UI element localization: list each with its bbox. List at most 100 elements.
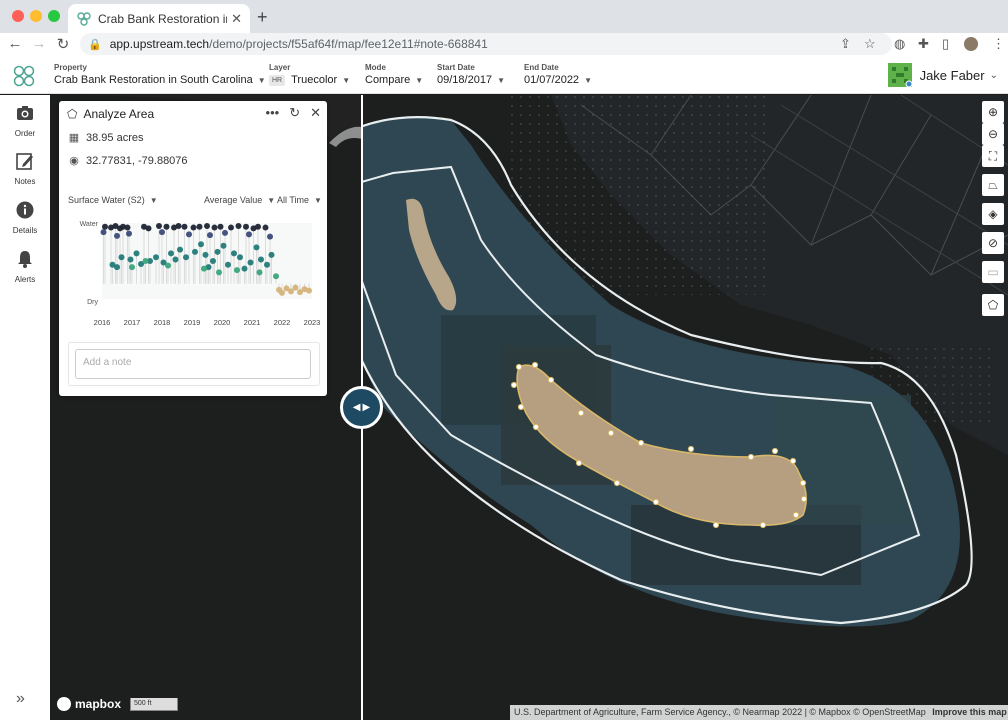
new-tab-button[interactable]: + xyxy=(257,7,268,28)
metric-dropdown[interactable]: Surface Water (S2) ▼ xyxy=(68,195,158,205)
data-point xyxy=(181,223,188,230)
upstream-logo-icon[interactable] xyxy=(12,65,36,87)
close-window-button[interactable] xyxy=(12,10,24,22)
aggregation-value: Average Value xyxy=(204,195,263,205)
surface-water-chart[interactable]: Water Dry 2016 2017 2018 2019 2020 2021 2022 2023 xyxy=(68,215,320,327)
data-point xyxy=(255,223,261,230)
share-icon[interactable]: ⇪ xyxy=(840,36,851,52)
area-value: 38.95 acres xyxy=(86,131,144,144)
expand-rail-icon[interactable]: » xyxy=(16,690,25,708)
more-options-icon[interactable]: ••• xyxy=(266,105,280,121)
chevron-down-icon: ▼ xyxy=(415,75,424,85)
data-point xyxy=(214,248,221,255)
property-selector[interactable]: Property Crab Bank Restoration in South … xyxy=(54,63,266,86)
back-icon[interactable]: ← xyxy=(2,35,28,52)
mode-selector[interactable]: Mode Compare ▼ xyxy=(365,63,423,86)
zoom-out-button[interactable]: ⊖ xyxy=(982,123,1004,145)
zoom-in-button[interactable]: ⊕ xyxy=(982,101,1004,123)
chevron-down-icon: ▼ xyxy=(497,75,505,85)
data-point xyxy=(253,244,260,251)
puzzle-icon[interactable]: ✚ xyxy=(918,36,929,52)
data-point xyxy=(168,250,174,257)
y-axis-bottom-label: Dry xyxy=(87,299,98,306)
minimize-window-button[interactable] xyxy=(30,10,42,22)
extension-icon[interactable]: ◍ xyxy=(894,36,905,52)
maximize-window-button[interactable] xyxy=(48,10,60,22)
user-menu[interactable]: Jake Faber ⌄ xyxy=(887,63,998,87)
menu-kebab-icon[interactable]: ⋮ xyxy=(992,36,1005,52)
x-tick-label: 2018 xyxy=(154,318,171,327)
property-label: Property xyxy=(54,63,87,72)
scale-bar: 500 ft xyxy=(130,698,178,711)
metric-value: Surface Water (S2) xyxy=(68,195,145,205)
layer-selector[interactable]: Layer HR Truecolor ▼ xyxy=(269,63,350,86)
layers-button[interactable]: ◈ xyxy=(982,203,1004,225)
data-point xyxy=(243,223,249,230)
x-tick-label: 2023 xyxy=(304,318,320,327)
end-date-label: End Date xyxy=(524,63,559,72)
address-bar[interactable]: 🔒 app.upstream.tech/demo/projects/f55af6… xyxy=(80,33,892,55)
analyze-area-panel: ⬠ Analyze Area ••• ↻ ✕ ▦ 38.95 acres ◉ 3… xyxy=(59,101,327,396)
rail-item-details[interactable]: Details xyxy=(0,200,50,235)
reload-icon[interactable]: ↻ xyxy=(50,35,76,53)
data-point xyxy=(198,241,204,248)
compare-swipe-handle[interactable]: ◀ ▶ xyxy=(340,386,383,429)
time-range-value: All Time xyxy=(277,195,310,205)
x-tick-label: 2019 xyxy=(184,318,201,327)
data-point xyxy=(306,287,312,294)
close-icon[interactable]: ✕ xyxy=(310,105,321,121)
time-range-dropdown[interactable]: All Time ▼ xyxy=(277,195,322,205)
end-date-selector[interactable]: End Date 01/07/2022 ▼ xyxy=(524,63,592,86)
data-point xyxy=(258,256,264,263)
improve-map-link[interactable]: Improve this map xyxy=(932,707,1007,717)
mode-label: Mode xyxy=(365,63,386,72)
refresh-icon[interactable]: ↻ xyxy=(289,105,300,121)
chevron-down-icon: ▼ xyxy=(267,195,276,205)
chevron-down-icon: ⌄ xyxy=(989,69,998,81)
tab-strip: Crab Bank Restoration in South ✕ + xyxy=(0,0,1008,33)
start-date-selector[interactable]: Start Date 09/18/2017 ▼ xyxy=(437,63,505,86)
data-point xyxy=(175,223,182,230)
rail-item-alerts[interactable]: Alerts xyxy=(0,249,50,284)
profile-icon[interactable] xyxy=(964,37,978,51)
close-tab-icon[interactable]: ✕ xyxy=(231,11,242,27)
data-point xyxy=(211,224,218,231)
avatar xyxy=(887,63,912,87)
chevron-down-icon: ▼ xyxy=(314,195,322,205)
left-rail: Order Notes Details Alerts » xyxy=(0,95,50,720)
measure-ruler-button[interactable]: ▭ xyxy=(982,261,1004,283)
browser-tab[interactable]: Crab Bank Restoration in South ✕ xyxy=(68,4,250,33)
location-target-icon: ◉ xyxy=(69,155,79,167)
hide-overlay-button[interactable]: ⊘ xyxy=(982,232,1004,254)
data-point xyxy=(264,261,270,268)
data-point xyxy=(133,250,140,257)
mode-value: Compare xyxy=(365,74,411,86)
edit-icon xyxy=(16,153,33,170)
lock-icon: 🔒 xyxy=(88,38,102,51)
data-point xyxy=(183,254,189,261)
data-point xyxy=(279,289,285,296)
forward-icon[interactable]: → xyxy=(26,35,52,52)
bookmark-star-icon[interactable]: ☆ xyxy=(864,36,876,52)
arrow-left-icon: ◀ xyxy=(352,402,361,413)
data-point xyxy=(201,265,207,272)
mapbox-logo[interactable]: mapbox xyxy=(57,697,121,711)
rail-item-notes[interactable]: Notes xyxy=(0,151,50,186)
aggregation-dropdown[interactable]: Average Value ▼ xyxy=(204,195,275,205)
sidebar-icon[interactable]: ▯ xyxy=(942,36,949,52)
data-point xyxy=(153,254,159,261)
data-point xyxy=(202,251,209,258)
draw-shape-button[interactable]: ⏢ xyxy=(982,174,1004,196)
rail-label: Notes xyxy=(14,177,36,186)
start-date-label: Start Date xyxy=(437,63,475,72)
x-tick-label: 2021 xyxy=(244,318,261,327)
rail-item-order[interactable]: Order xyxy=(0,103,50,138)
add-note-input[interactable]: Add a note xyxy=(75,349,311,379)
analyze-polygon-button[interactable]: ⬠ xyxy=(982,294,1004,316)
data-point xyxy=(222,229,228,236)
fit-bounds-button[interactable]: ⛶ xyxy=(982,145,1004,167)
data-point xyxy=(210,258,216,264)
data-point xyxy=(217,223,224,230)
data-point xyxy=(177,246,183,253)
chevron-down-icon: ▼ xyxy=(342,75,351,85)
